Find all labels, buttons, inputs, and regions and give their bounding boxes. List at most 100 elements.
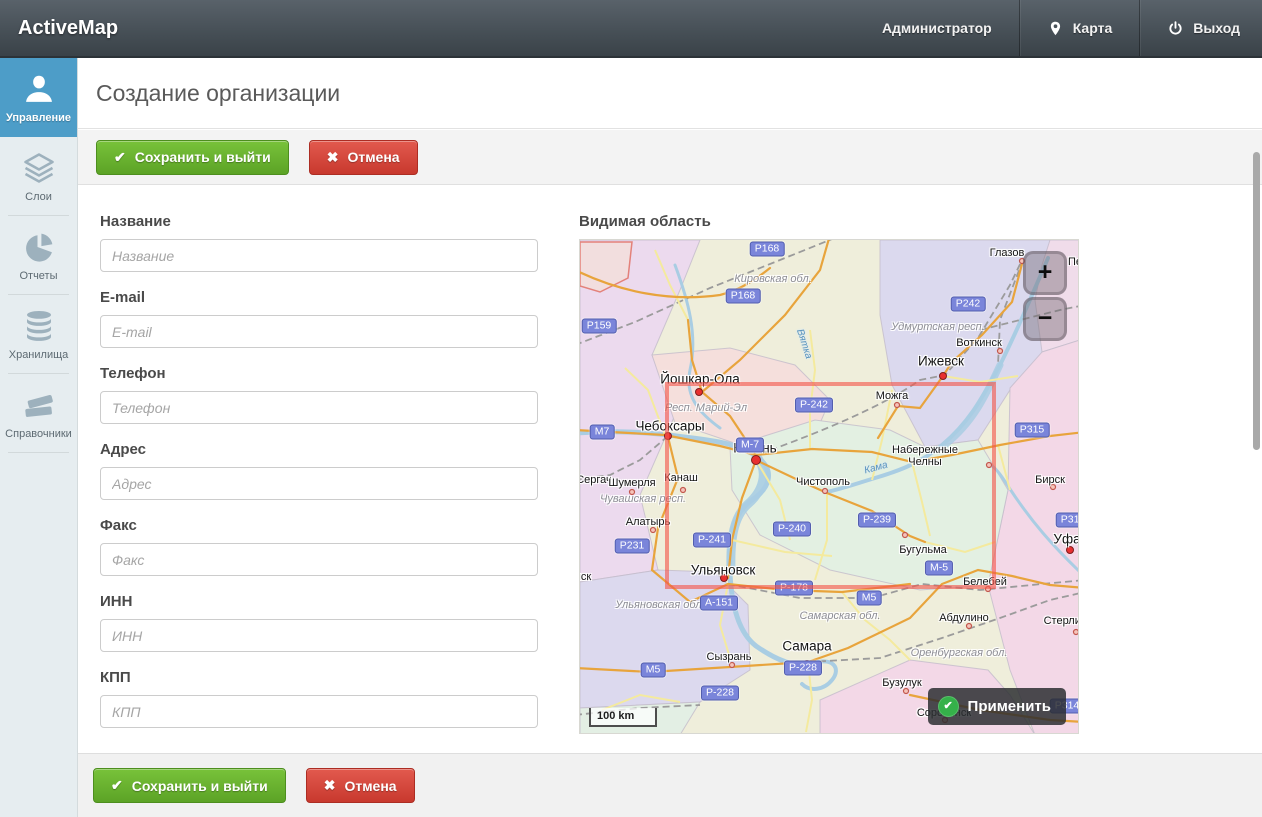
top-bar: ActiveMap Администратор Карта Выход [0, 0, 1262, 58]
form-content: Название E-mail Телефон Адрес Факс [78, 186, 1262, 753]
zoom-out-button[interactable]: − [1023, 297, 1067, 341]
map-region-label: Удмуртская респ. [891, 321, 985, 333]
zoom-in-button[interactable]: + [1023, 251, 1067, 295]
map-city-label: Сергач [579, 474, 612, 486]
map-link[interactable]: Карта [1020, 0, 1140, 56]
page-title: Создание организации [78, 80, 340, 107]
map-region-label: Самарская обл. [799, 610, 880, 622]
field-label: Факс [100, 517, 538, 535]
organization-form: Название E-mail Телефон Адрес Факс [100, 213, 538, 745]
road-badge: М7 [590, 425, 615, 440]
map-city-label: Ижевск [918, 355, 964, 370]
field-label: E-mail [100, 289, 538, 307]
books-icon [21, 387, 57, 423]
map-city-label: Уфа [1053, 533, 1079, 548]
map-link-label: Карта [1073, 20, 1113, 36]
sidebar-item-storages[interactable]: Хранилища [0, 295, 77, 374]
address-input[interactable] [100, 467, 538, 500]
activemap-window: ActiveMap Администратор Карта Выход [0, 0, 1262, 817]
form-field-address: Адрес [100, 441, 538, 500]
map-region-label: Ульяновская обл. [615, 599, 704, 611]
road-badge: Р231 [615, 539, 650, 554]
road-badge: Р315 [1056, 513, 1079, 528]
save-and-exit-button-bottom[interactable]: ✔ Сохранить и выйти [93, 768, 286, 803]
page-header: Создание организации [78, 58, 1262, 129]
apply-button-label: Применить [968, 698, 1051, 715]
visible-area-section: Видимая область [579, 213, 1079, 734]
map-city-label: Глазов [990, 247, 1025, 259]
sidebar-item-management[interactable]: Управление [0, 58, 77, 137]
save-and-exit-button[interactable]: ✔ Сохранить и выйти [96, 140, 289, 175]
map-region-label: Кировская обл. [734, 273, 811, 285]
top-bar-right: Администратор Карта Выход [855, 0, 1262, 56]
form-field-kpp: КПП [100, 669, 538, 728]
road-badge: Р159 [582, 319, 617, 334]
map-city-label: Бузулук [882, 677, 921, 689]
cancel-button-bottom[interactable]: ✖ Отмена [306, 768, 415, 803]
field-label: Телефон [100, 365, 538, 383]
road-badge: Р168 [726, 289, 761, 304]
sidebar-item-label: Слои [25, 191, 52, 203]
name-input[interactable] [100, 239, 538, 272]
road-badge: Р-228 [701, 686, 739, 701]
main-panel: Создание организации ✔ Сохранить и выйти… [78, 58, 1262, 817]
current-user-label: Администратор [855, 0, 1019, 56]
map-region-label: Оренбургская обл. [911, 647, 1008, 659]
save-button-label: Сохранить и выйти [132, 778, 268, 794]
email-input[interactable] [100, 315, 538, 348]
cancel-button[interactable]: ✖ Отмена [309, 140, 418, 175]
road-badge: Р315 [1015, 423, 1050, 438]
road-badge: М5 [641, 663, 666, 678]
map-zoom-controls: + − [1023, 251, 1067, 343]
road-badge: Р168 [750, 242, 785, 257]
fax-input[interactable] [100, 543, 538, 576]
sidebar: Управление Слои Отчеты Хранилища Справоч… [0, 58, 78, 817]
save-button-label: Сохранить и выйти [135, 149, 271, 165]
logout-label: Выход [1193, 20, 1240, 36]
form-field-inn: ИНН [100, 593, 538, 652]
user-icon [21, 71, 57, 107]
road-badge: А-151 [700, 596, 738, 611]
sidebar-item-label: Справочники [5, 428, 72, 440]
map-city-label: Абдулино [939, 612, 989, 624]
field-label: Адрес [100, 441, 538, 459]
layers-icon [21, 150, 57, 186]
road-badge: Р-228 [784, 661, 822, 676]
sidebar-item-reports[interactable]: Отчеты [0, 216, 77, 295]
cancel-button-label: Отмена [344, 778, 396, 794]
logout-button[interactable]: Выход [1140, 0, 1262, 56]
form-field-name: Название [100, 213, 538, 272]
app-logo: ActiveMap [0, 17, 118, 40]
sidebar-item-layers[interactable]: Слои [0, 137, 77, 216]
power-icon [1167, 20, 1184, 37]
pie-chart-icon [21, 229, 57, 265]
map-widget[interactable]: КазаньЧебоксарыЙошкар-ОлаИжевскУльяновск… [579, 239, 1079, 734]
apply-button[interactable]: ✔ Применить [928, 688, 1066, 725]
field-label: ИНН [100, 593, 538, 611]
map-city-label: Пе [1068, 256, 1079, 268]
map-city-label: Самара [782, 640, 831, 655]
map-city-label: Стерлитамак [1044, 615, 1079, 627]
sidebar-item-label: Отчеты [19, 270, 57, 282]
map-city-label: Воткинск [956, 337, 1002, 349]
map-selection[interactable] [665, 382, 996, 589]
form-field-fax: Факс [100, 517, 538, 576]
field-label: Название [100, 213, 538, 231]
kpp-input[interactable] [100, 695, 538, 728]
map-river-label: Вятка [794, 328, 814, 361]
bottom-toolbar: ✔ Сохранить и выйти ✖ Отмена [78, 753, 1262, 817]
map-pin-icon [1047, 20, 1064, 37]
visible-area-label: Видимая область [579, 213, 1079, 231]
map-city-label: Алатырь [626, 516, 670, 528]
map-city-label: Сызрань [707, 651, 752, 663]
form-field-email: E-mail [100, 289, 538, 348]
vertical-scrollbar-thumb[interactable] [1253, 152, 1260, 450]
phone-input[interactable] [100, 391, 538, 424]
sidebar-item-label: Управление [6, 112, 71, 124]
sidebar-item-directories[interactable]: Справочники [0, 374, 77, 453]
database-icon [21, 308, 57, 344]
user-name: Администратор [882, 20, 992, 36]
map-city-label: Бирск [1035, 474, 1065, 486]
inn-input[interactable] [100, 619, 538, 652]
top-toolbar: ✔ Сохранить и выйти ✖ Отмена [78, 130, 1262, 185]
